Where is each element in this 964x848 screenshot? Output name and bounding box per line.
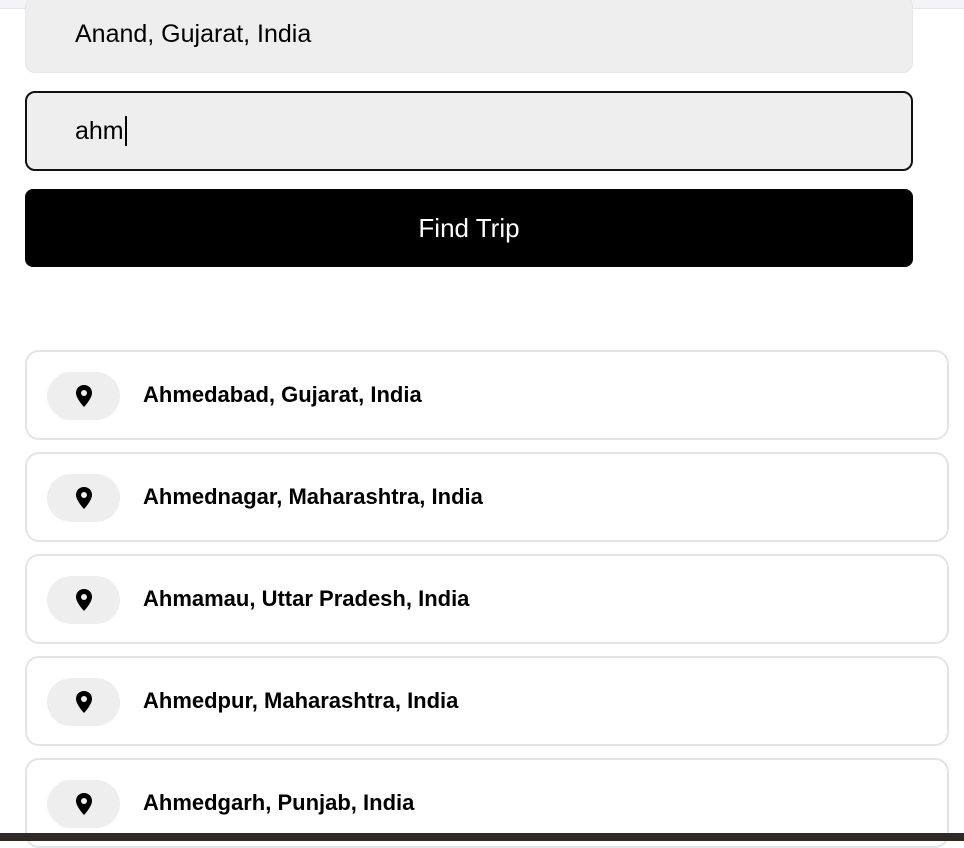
suggestion-label: Ahmednagar, Maharashtra, India <box>143 484 483 509</box>
bottom-edge-bar <box>0 833 964 841</box>
map-pin-icon <box>75 691 92 713</box>
map-pin-icon <box>75 385 92 407</box>
pin-badge <box>47 372 120 420</box>
pickup-location-field[interactable]: Anand, Gujarat, India <box>25 0 913 73</box>
map-pin-icon <box>75 487 92 509</box>
suggestion-item[interactable]: Ahmednagar, Maharashtra, India <box>25 452 949 542</box>
map-pin-icon <box>75 793 92 815</box>
pin-badge <box>47 474 120 522</box>
destination-input[interactable]: ahm <box>25 91 913 171</box>
suggestion-item[interactable]: Ahmamau, Uttar Pradesh, India <box>25 554 949 644</box>
map-pin-icon <box>75 589 92 611</box>
text-caret <box>124 116 127 146</box>
suggestion-item[interactable]: Ahmedabad, Gujarat, India <box>25 350 949 440</box>
suggestion-label: Ahmedabad, Gujarat, India <box>143 382 422 407</box>
suggestion-label: Ahmamau, Uttar Pradesh, India <box>143 586 470 611</box>
pin-badge <box>47 678 120 726</box>
pin-badge <box>47 780 120 828</box>
find-trip-button[interactable]: Find Trip <box>25 189 913 267</box>
pin-badge <box>47 576 120 624</box>
suggestion-item[interactable]: Ahmedpur, Maharashtra, India <box>25 656 949 746</box>
destination-input-value: ahm <box>75 116 124 145</box>
pickup-location-value: Anand, Gujarat, India <box>75 20 312 48</box>
suggestion-label: Ahmedpur, Maharashtra, India <box>143 688 459 713</box>
